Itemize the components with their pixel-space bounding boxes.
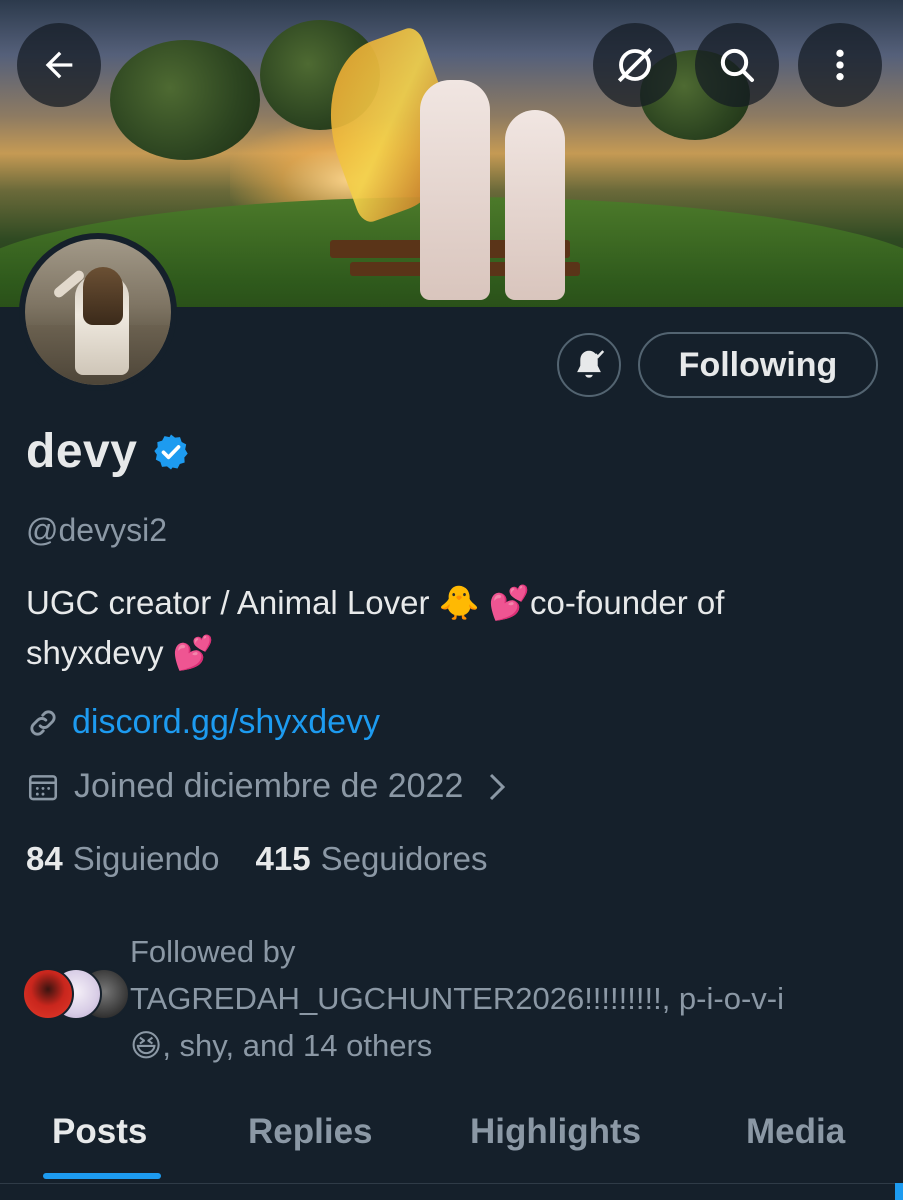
bio-line: UGC creator / Animal Lover 🐥 💕co-founder…	[26, 584, 725, 621]
tab-replies[interactable]: Replies	[248, 1112, 373, 1152]
following-button[interactable]: Following	[638, 332, 878, 398]
banner-tree	[110, 40, 260, 160]
active-tab-indicator	[43, 1173, 161, 1179]
joined-row[interactable]: Joined diciembre de 2022	[26, 767, 509, 806]
joined-date: Joined diciembre de 2022	[74, 767, 464, 805]
followed-by-line: Followed by	[130, 934, 296, 969]
more-vertical-icon	[836, 49, 844, 81]
avatar-hair	[83, 267, 123, 325]
bio-line: shyxdevy 💕	[26, 634, 214, 671]
display-name: devy	[26, 425, 138, 478]
tab-posts[interactable]: Posts	[52, 1112, 147, 1152]
following-label: Siguiendo	[72, 840, 220, 877]
chevron-right-icon	[490, 773, 506, 800]
more-button[interactable]	[798, 23, 882, 107]
avatar[interactable]	[19, 233, 177, 391]
search-button[interactable]	[695, 23, 779, 107]
following-stat[interactable]: 84 Siguiendo	[26, 840, 220, 878]
profile-tabs: Posts Replies Highlights Media	[0, 1100, 903, 1200]
tab-media[interactable]: Media	[746, 1112, 845, 1152]
following-count: 84	[26, 840, 63, 877]
arrow-left-icon	[45, 51, 73, 79]
follow-stats: 84 Siguiendo 415 Seguidores	[26, 840, 524, 878]
hide-reposts-button[interactable]	[593, 23, 677, 107]
profile-link-row[interactable]: discord.gg/shyxdevy	[26, 703, 380, 742]
avatar-image	[25, 239, 171, 385]
hide-retweets-icon	[617, 47, 653, 83]
calendar-icon	[28, 774, 58, 800]
banner-figure	[505, 110, 565, 300]
user-handle: @devysi2	[26, 512, 167, 548]
back-button[interactable]	[17, 23, 101, 107]
tab-highlights[interactable]: Highlights	[470, 1112, 641, 1152]
tabs-divider	[0, 1183, 903, 1184]
name-row: devy	[26, 424, 191, 479]
followers-count: 415	[255, 840, 311, 877]
bell-check-icon	[577, 350, 605, 378]
banner-figure	[420, 80, 490, 300]
follower-avatar	[22, 968, 74, 1020]
scroll-indicator	[895, 1183, 903, 1200]
search-icon	[720, 48, 754, 82]
bio: UGC creator / Animal Lover 🐥 💕co-founder…	[26, 578, 876, 678]
followed-by-text[interactable]: Followed by TAGREDAH_UGCHUNTER2026!!!!!!…	[130, 928, 890, 1069]
profile-link[interactable]: discord.gg/shyxdevy	[72, 703, 380, 742]
followed-by-avatars[interactable]	[22, 968, 130, 1022]
notifications-button[interactable]	[557, 333, 621, 397]
followers-label: Seguidores	[320, 840, 488, 877]
followers-stat[interactable]: 415 Seguidores	[256, 840, 488, 878]
followed-by-line: 😆, shy, and 14 others	[130, 1028, 433, 1063]
followed-by-line: TAGREDAH_UGCHUNTER2026!!!!!!!!!, p-i-o-v…	[130, 981, 784, 1016]
verified-badge-icon[interactable]	[151, 432, 191, 472]
link-icon	[30, 709, 56, 736]
